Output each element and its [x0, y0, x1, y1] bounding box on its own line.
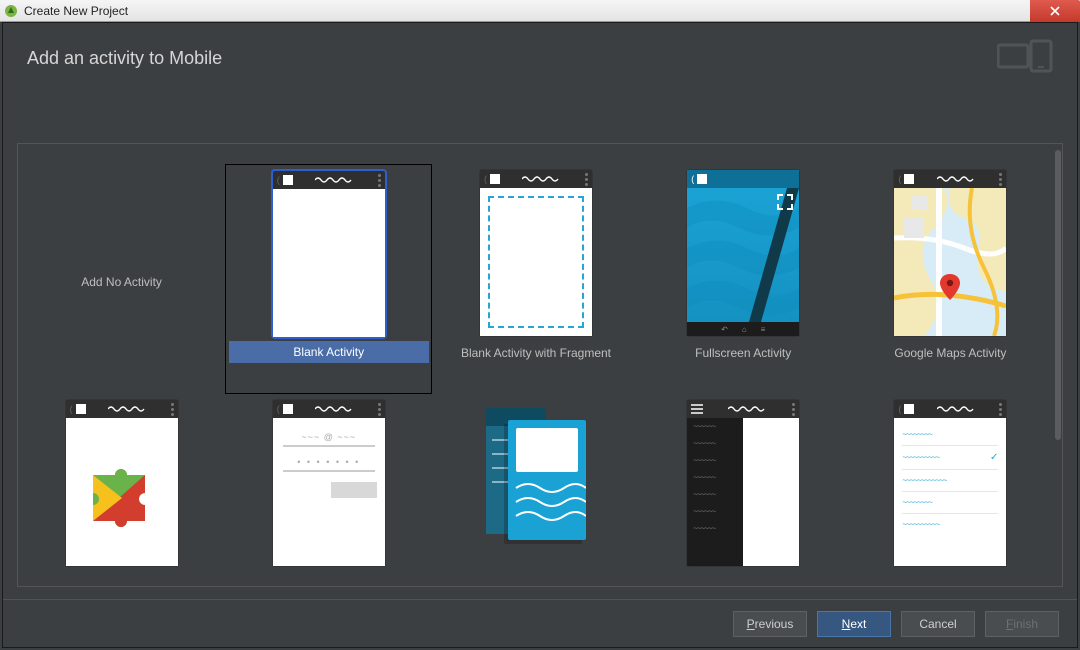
- template-google-maps[interactable]: (: [847, 164, 1054, 394]
- template-gallery-viewport: Add No Activity ( Blank Activity: [18, 144, 1054, 586]
- template-fullscreen[interactable]: ( ↶⌂≡: [640, 164, 847, 394]
- template-thumbnail: (: [480, 170, 592, 336]
- template-settings[interactable]: ( ~~~~~~~~ ~~~~~~~~~~✓ ~~~~~~~~~~~~ ~~~~…: [847, 394, 1054, 586]
- previous-button[interactable]: Previous: [733, 611, 807, 637]
- template-no-activity[interactable]: Add No Activity: [18, 164, 225, 394]
- cancel-button[interactable]: Cancel: [901, 611, 975, 637]
- email-placeholder-icon: ~~~ @ ~~~: [273, 432, 385, 442]
- devices-icon: [997, 39, 1053, 78]
- scrollbar-thumb[interactable]: [1055, 150, 1061, 440]
- template-label: Blank Activity: [229, 341, 429, 363]
- map-pin-icon: [940, 274, 960, 300]
- template-label: Fullscreen Activity: [658, 346, 828, 360]
- window-close-button[interactable]: [1030, 0, 1080, 22]
- template-login[interactable]: ( ~~~ @ ~~~ • • • • • • •: [225, 394, 432, 586]
- fragment-placeholder-icon: [488, 196, 584, 328]
- template-blank-activity[interactable]: ( Blank Activity: [225, 164, 432, 394]
- hamburger-icon: [691, 404, 703, 414]
- window-title: Create New Project: [24, 4, 128, 18]
- template-thumbnail: ~~~~~~~~~~~~~~~~~~ ~~~~~~~~~~~~~~~~~~ ~~…: [687, 400, 799, 566]
- template-thumbnail: (: [273, 171, 385, 337]
- template-nav-drawer[interactable]: ~~~~~~~~~~~~~~~~~~ ~~~~~~~~~~~~~~~~~~ ~~…: [640, 394, 847, 586]
- dialog-footer: Previous Next Cancel Finish: [3, 599, 1077, 647]
- back-icon: ↶: [721, 325, 728, 334]
- password-placeholder-icon: • • • • • • •: [273, 457, 385, 467]
- template-gallery: Add No Activity ( Blank Activity: [17, 143, 1063, 587]
- title-bar: Create New Project: [0, 0, 1080, 22]
- page-title: Add an activity to Mobile: [27, 48, 222, 69]
- template-blank-fragment[interactable]: ( Blank Activity with Fragment: [432, 164, 639, 394]
- template-thumbnail: ( ↶⌂≡: [687, 170, 799, 336]
- check-icon: ✓: [990, 452, 998, 463]
- template-thumbnail: ( ~~~ @ ~~~ • • • • • • •: [273, 400, 385, 566]
- template-master-detail[interactable]: [432, 394, 639, 586]
- recent-icon: ≡: [761, 325, 766, 334]
- template-label: Blank Activity with Fragment: [451, 346, 621, 360]
- home-icon: ⌂: [742, 325, 747, 334]
- login-button-placeholder: [331, 482, 377, 498]
- template-label: Add No Activity: [81, 275, 162, 289]
- template-play-services[interactable]: (: [18, 394, 225, 586]
- template-label: Google Maps Activity: [865, 346, 1035, 360]
- finish-button[interactable]: Finish: [985, 611, 1059, 637]
- template-thumbnail: ( ~~~~~~~~ ~~~~~~~~~~✓ ~~~~~~~~~~~~ ~~~~…: [894, 400, 1006, 566]
- template-thumbnail: [480, 400, 592, 566]
- fullscreen-icon: [777, 194, 793, 215]
- template-thumbnail: (: [894, 170, 1006, 336]
- app-icon: [4, 4, 18, 18]
- dialog-header: Add an activity to Mobile: [3, 23, 1077, 90]
- puzzle-icon: [66, 418, 178, 566]
- next-button[interactable]: Next: [817, 611, 891, 637]
- dialog-body: Add an activity to Mobile Add No Activit…: [2, 22, 1078, 648]
- gallery-scrollbar[interactable]: [1054, 148, 1062, 582]
- template-thumbnail: (: [66, 400, 178, 566]
